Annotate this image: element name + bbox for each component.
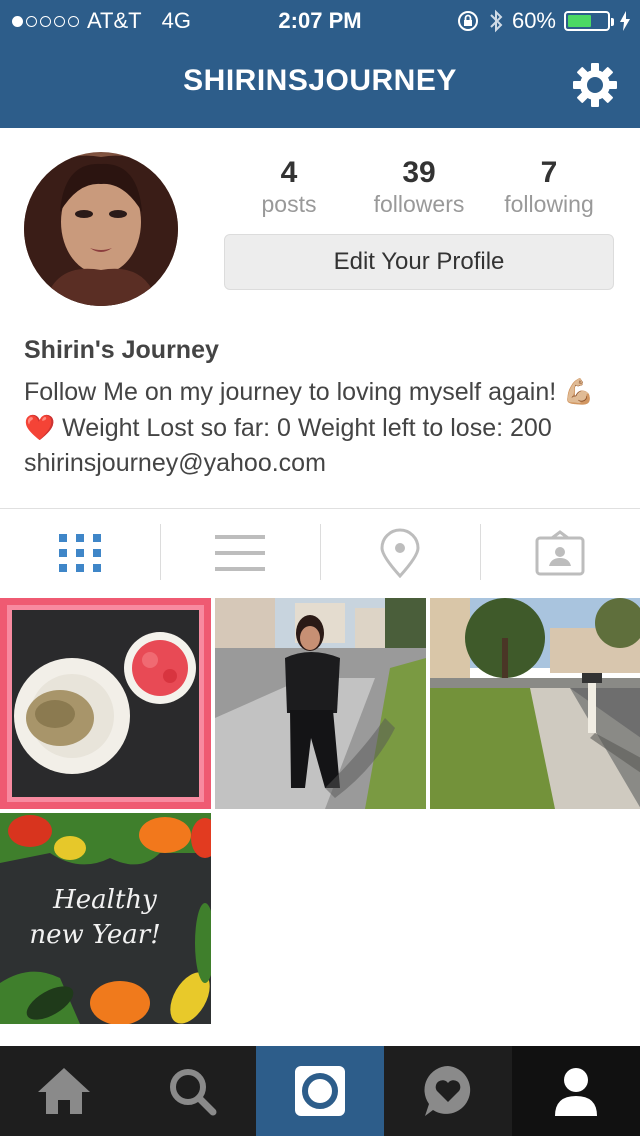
post-caption-line2: new Year!: [29, 920, 160, 950]
list-icon: [215, 535, 265, 571]
bottom-nav: [0, 1046, 640, 1136]
post-healthy-new-year[interactable]: Healthy new Year!: [0, 813, 211, 1024]
search-icon: [170, 1069, 217, 1116]
profile-bio: Follow Me on my journey to loving myself…: [24, 374, 624, 481]
posts-count: 4: [280, 156, 298, 189]
tab-tagged[interactable]: [480, 518, 640, 588]
profile-stats: 4 posts 39 followers 7 following: [224, 156, 614, 218]
tab-location[interactable]: [320, 518, 480, 588]
bio-text-part1: Follow Me on my journey to loving myself…: [24, 378, 557, 406]
nav-camera[interactable]: [256, 1046, 384, 1136]
grid-icon: [59, 534, 101, 572]
bluetooth-icon: [490, 9, 503, 33]
following-count: 7: [540, 156, 558, 189]
nav-home[interactable]: [0, 1046, 128, 1136]
nav-activity[interactable]: [384, 1046, 512, 1136]
status-bar: AT&T 4G 2:07 PM 60%: [0, 0, 640, 40]
red-heart-emoji: ❤️: [24, 413, 56, 442]
charging-bolt-icon: [620, 11, 630, 31]
following-label: following: [504, 191, 594, 217]
gear-icon[interactable]: [572, 62, 618, 108]
camera-icon: [295, 1066, 345, 1116]
followers-count: 39: [402, 156, 436, 189]
edit-profile-button[interactable]: Edit Your Profile: [224, 234, 614, 290]
tab-grid[interactable]: [0, 518, 160, 588]
posts-label: posts: [261, 191, 317, 217]
home-icon: [38, 1068, 90, 1114]
followers-label: followers: [373, 191, 465, 217]
post-healthy-meal[interactable]: [0, 598, 211, 809]
post-woman-on-sidewalk[interactable]: [215, 598, 426, 809]
avatar[interactable]: [24, 152, 178, 306]
view-tabs: [0, 518, 640, 588]
following-stat[interactable]: 7 following: [484, 156, 614, 218]
posts-stat[interactable]: 4 posts: [224, 156, 354, 218]
tab-list[interactable]: [160, 518, 320, 588]
tagged-photos-icon: [535, 530, 585, 576]
status-right: 60%: [456, 8, 630, 34]
nav-search[interactable]: [128, 1046, 256, 1136]
profile-icon: [555, 1068, 597, 1116]
section-divider: [0, 508, 640, 509]
flexed-biceps-emoji: 💪🏼: [563, 377, 595, 406]
battery-percent: 60%: [511, 8, 556, 33]
location-pin-icon: [380, 528, 420, 578]
profile-display-name: Shirin's Journey: [24, 336, 219, 364]
page-title: SHIRINSJOURNEY: [183, 64, 457, 97]
battery-icon: [564, 11, 614, 31]
bio-text-part2: Weight Lost so far: 0 Weight left to los…: [24, 414, 552, 477]
post-caption-line1: Healthy: [52, 885, 157, 915]
top-bar: AT&T 4G 2:07 PM 60% SHIRINSJOURNEY: [0, 0, 640, 128]
rotation-lock-icon: [457, 11, 478, 31]
followers-stat[interactable]: 39 followers: [354, 156, 484, 218]
post-street-view[interactable]: [430, 598, 640, 809]
activity-heart-icon: [424, 1066, 471, 1116]
nav-profile[interactable]: [512, 1046, 640, 1136]
